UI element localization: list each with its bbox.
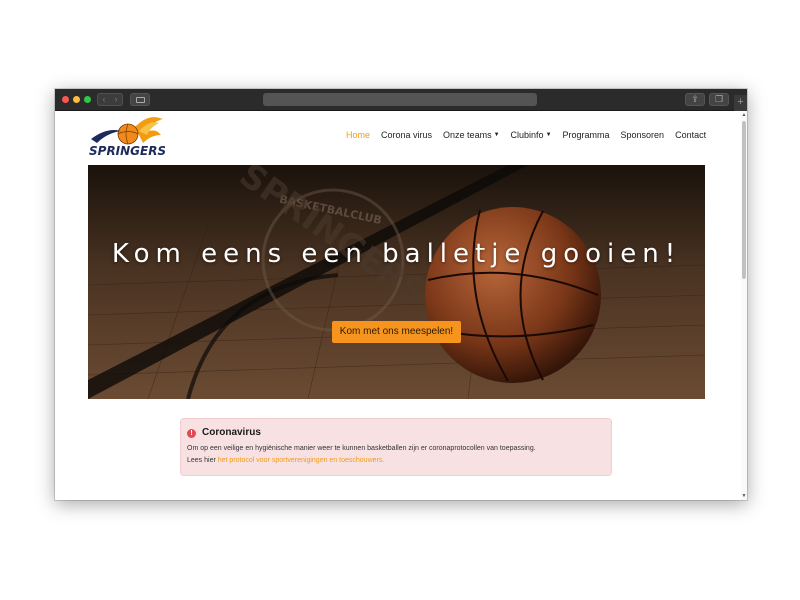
- tab-overview-button[interactable]: ❐: [709, 93, 729, 106]
- share-icon: ⇪: [691, 94, 699, 104]
- nav-label: Sponsoren: [620, 130, 665, 140]
- nav-item-programma[interactable]: Programma: [563, 130, 610, 140]
- alert-body: Om op een veilige en hygiënische manier …: [187, 445, 536, 452]
- tabs-icon: ❐: [714, 94, 724, 104]
- corona-alert: ! Coronavirus Om op een veilige en hygië…: [180, 418, 612, 476]
- page-viewport: SPRINGERS Home Corona virus Onze teams ▼ …: [55, 111, 741, 500]
- nav-item-home[interactable]: Home: [346, 130, 370, 140]
- main-navigation: Home Corona virus Onze teams ▼ Clubinfo ▼ …: [346, 130, 706, 140]
- logo-wordmark: SPRINGERS: [89, 144, 165, 158]
- close-window-button[interactable]: [62, 96, 69, 103]
- vertical-scrollbar[interactable]: ▲ ▼: [741, 111, 747, 500]
- scroll-up-icon[interactable]: ▲: [741, 112, 747, 118]
- chevron-down-icon: ▼: [493, 132, 500, 138]
- chevron-down-icon: ▼: [545, 132, 552, 138]
- browser-window: ‹ › ⇪ ❐ + SPRINGERS Home Corona virus On…: [55, 89, 747, 500]
- alert-link-prefix: Lees hier: [187, 457, 216, 464]
- nav-label: Corona virus: [381, 130, 433, 140]
- nav-label: Contact: [675, 130, 707, 140]
- browser-titlebar: ‹ › ⇪ ❐ +: [55, 89, 747, 111]
- nav-label: Home: [346, 130, 371, 140]
- nav-label: Onze teams: [443, 130, 492, 140]
- scrollbar-thumb[interactable]: [742, 121, 746, 279]
- nav-item-contact[interactable]: Contact: [675, 130, 706, 140]
- nav-item-corona-virus[interactable]: Corona virus: [381, 130, 432, 140]
- join-button[interactable]: Kom met ons meespelen!: [332, 321, 461, 343]
- nav-label: Programma: [562, 130, 610, 140]
- scroll-down-icon[interactable]: ▼: [741, 493, 747, 499]
- exclamation-icon: !: [187, 429, 196, 438]
- history-nav-buttons: ‹ ›: [97, 93, 123, 106]
- nav-label: Clubinfo: [510, 130, 544, 140]
- sidebar-toggle-button[interactable]: [130, 93, 150, 106]
- basketball-image: [425, 207, 601, 383]
- address-bar[interactable]: [263, 93, 537, 106]
- new-tab-button[interactable]: +: [734, 95, 747, 111]
- minimize-window-button[interactable]: [73, 96, 80, 103]
- share-button[interactable]: ⇪: [685, 93, 705, 106]
- alert-title: Coronavirus: [202, 427, 261, 438]
- nav-item-sponsoren[interactable]: Sponsoren: [621, 130, 665, 140]
- hero-background-image: BASKETBALCLUB SPRINGERS: [88, 165, 705, 399]
- protocol-link[interactable]: het protocol voor sportverenigingen en t…: [218, 457, 385, 464]
- sidebar-icon: [136, 97, 145, 103]
- zoom-window-button[interactable]: [84, 96, 91, 103]
- back-icon[interactable]: ‹: [98, 94, 110, 105]
- nav-item-clubinfo[interactable]: Clubinfo ▼: [511, 130, 552, 140]
- hero-banner: BASKETBALCLUB SPRINGERS Kom eens een bal…: [88, 165, 705, 399]
- nav-item-onze-teams[interactable]: Onze teams ▼: [443, 130, 499, 140]
- hero-title: Kom eens een balletje gooien!: [111, 239, 682, 269]
- forward-icon[interactable]: ›: [110, 94, 122, 105]
- alert-link-line: Lees hier het protocol voor sportverenig…: [187, 457, 384, 464]
- club-logo[interactable]: SPRINGERS: [87, 113, 165, 163]
